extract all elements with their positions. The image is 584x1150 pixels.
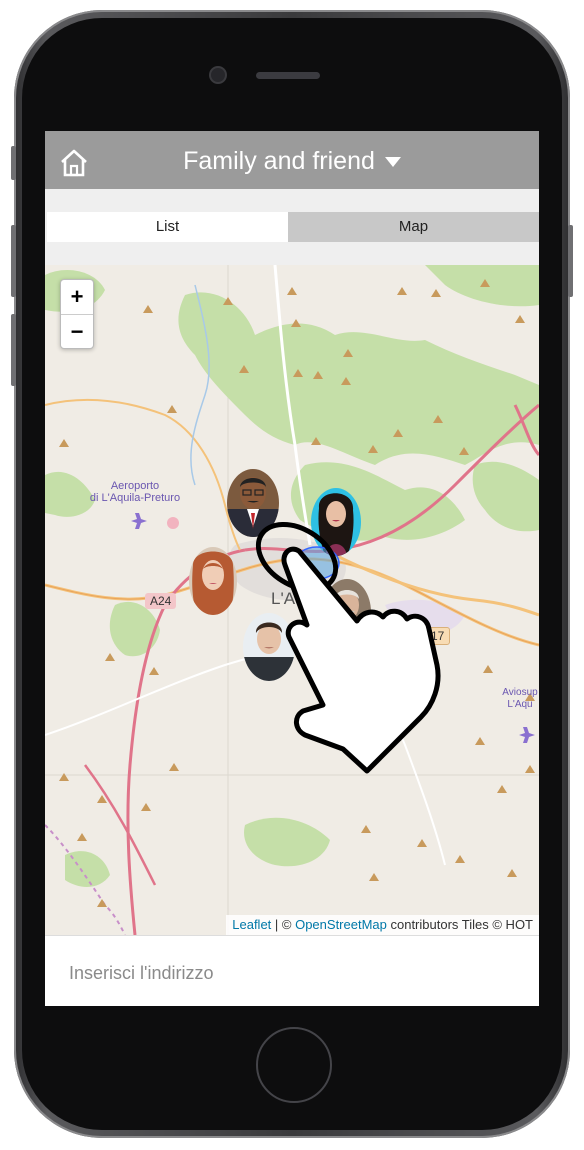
mute-switch [11,146,16,180]
view-tabs: List Map [45,189,539,265]
hand-pointer-icon [255,521,441,774]
map-view[interactable]: + − Aeroporto di L'Aquila-Preturo Aviosu… [45,265,539,935]
group-title-dropdown[interactable]: Family and friend [45,147,539,176]
attribution-rest: contributors Tiles © HOT [386,917,533,932]
volume-down-button [11,314,16,386]
earpiece-speaker [256,72,320,79]
leaflet-link[interactable]: Leaflet [232,917,271,932]
address-bar [45,935,539,1006]
phone-home-button[interactable] [256,1027,332,1103]
openstreetmap-link[interactable]: OpenStreetMap [295,917,387,932]
front-camera [211,68,225,82]
tab-list[interactable]: List [47,212,288,242]
page-title: Family and friend [183,147,375,175]
app-header: Family and friend [45,131,539,189]
power-button [568,225,573,297]
volume-up-button [11,225,16,297]
address-input[interactable] [67,958,511,988]
app-screen: Family and friend List Map + − Aeroporto… [45,131,539,1006]
tab-map[interactable]: Map [288,212,539,242]
attribution-separator: | © [271,917,296,932]
caret-down-icon [384,157,401,168]
map-attribution: Leaflet | © OpenStreetMap contributors T… [226,915,539,935]
